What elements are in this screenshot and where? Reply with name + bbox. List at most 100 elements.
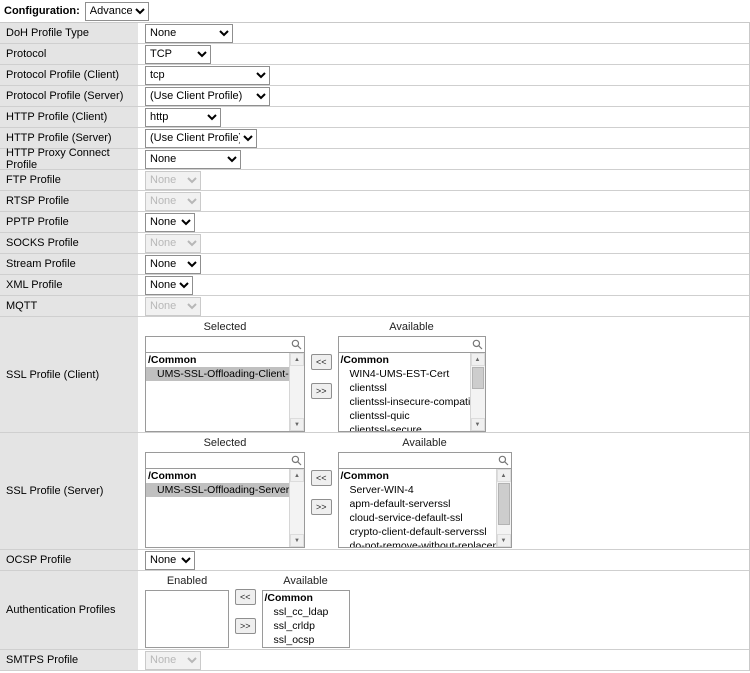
protocol-profile-client-select[interactable]: tcp — [145, 66, 270, 85]
scrollbar[interactable]: ▲ ▼ — [289, 469, 304, 547]
doh-profile-type-select[interactable]: None — [145, 24, 233, 43]
row-ssl-profile-client: SSL Profile (Client) Selected /Common UM… — [0, 317, 749, 433]
list-item[interactable]: clientssl-secure — [339, 423, 470, 431]
socks-profile-select: None — [145, 234, 201, 253]
scroll-up-icon[interactable]: ▲ — [471, 353, 485, 366]
list-item[interactable]: Server-WIN-4 — [339, 483, 496, 497]
row-doh-profile-type: DoH Profile Type None — [0, 23, 749, 44]
ssl-client-available-list[interactable]: /Common WIN4-UMS-EST-Certclientsslclient… — [338, 352, 486, 432]
row-rtsp-profile: RTSP Profile None — [0, 191, 749, 212]
list-group-label: /Common — [146, 470, 289, 483]
row-pptp-profile: PPTP Profile None — [0, 212, 749, 233]
ocsp-profile-label: OCSP Profile — [0, 550, 138, 570]
ocsp-profile-select[interactable]: None — [145, 551, 195, 570]
row-mqtt: MQTT None — [0, 296, 749, 317]
ftp-profile-label: FTP Profile — [0, 170, 138, 190]
protocol-profile-server-label: Protocol Profile (Server) — [0, 86, 138, 106]
smtps-profile-select: None — [145, 651, 201, 670]
configuration-select[interactable]: Advanced — [85, 2, 149, 21]
scroll-up-icon[interactable]: ▲ — [290, 353, 304, 366]
protocol-profile-client-label: Protocol Profile (Client) — [0, 65, 138, 85]
auth-enabled-list[interactable] — [145, 590, 229, 648]
row-authentication-profiles: Authentication Profiles Enabled << >> Av… — [0, 571, 749, 650]
scroll-down-icon[interactable]: ▼ — [497, 534, 511, 547]
list-item[interactable]: UMS-SSL-Offloading-Client-Profile — [146, 367, 289, 381]
list-item[interactable]: clientssl — [339, 381, 470, 395]
protocol-profile-server-select[interactable]: (Use Client Profile) — [145, 87, 270, 106]
ssl-server-selected-search-input[interactable] — [146, 454, 289, 468]
pptp-profile-select[interactable]: None — [145, 213, 195, 232]
available-header: Available — [338, 320, 486, 336]
ssl-server-available-search-input[interactable] — [339, 454, 496, 468]
list-item[interactable]: cloud-service-default-ssl — [339, 511, 496, 525]
scrollbar[interactable]: ▲ ▼ — [289, 353, 304, 431]
search-icon — [289, 339, 304, 350]
scrollbar[interactable]: ▲ ▼ — [470, 353, 485, 431]
scroll-down-icon[interactable]: ▼ — [471, 418, 485, 431]
list-item[interactable]: ssl_ocsp — [263, 633, 349, 647]
list-item[interactable]: UMS-SSL-Offloading-Server-Profile — [146, 483, 289, 497]
socks-profile-label: SOCKS Profile — [0, 233, 138, 253]
list-item[interactable]: crypto-client-default-serverssl — [339, 525, 496, 539]
rtsp-profile-label: RTSP Profile — [0, 191, 138, 211]
scrollbar-thumb[interactable] — [498, 483, 510, 525]
list-item[interactable]: ssl_crldp — [263, 619, 349, 633]
ssl-client-selected-search-input[interactable] — [146, 338, 289, 352]
move-left-button[interactable]: << — [311, 354, 332, 370]
row-ocsp-profile: OCSP Profile None — [0, 550, 749, 571]
ssl-profile-client-label: SSL Profile (Client) — [0, 317, 138, 432]
scroll-down-icon[interactable]: ▼ — [290, 534, 304, 547]
search-icon — [496, 455, 511, 466]
list-item[interactable]: ssl_cc_ldap — [263, 605, 349, 619]
ssl-client-selected-list[interactable]: /Common UMS-SSL-Offloading-Client-Profil… — [145, 352, 305, 432]
list-item[interactable]: clientssl-insecure-compatible — [339, 395, 470, 409]
move-right-button[interactable]: >> — [311, 383, 332, 399]
stream-profile-label: Stream Profile — [0, 254, 138, 274]
smtps-profile-label: SMTPS Profile — [0, 650, 138, 670]
row-socks-profile: SOCKS Profile None — [0, 233, 749, 254]
row-xml-profile: XML Profile None — [0, 275, 749, 296]
protocol-select[interactable]: TCP — [145, 45, 211, 64]
http-proxy-connect-profile-select[interactable]: None — [145, 150, 241, 169]
row-http-profile-client: HTTP Profile (Client) http — [0, 107, 749, 128]
selected-header: Selected — [145, 320, 305, 336]
scroll-up-icon[interactable]: ▲ — [497, 469, 511, 482]
list-item[interactable]: do-not-remove-without-replacement — [339, 539, 496, 547]
mqtt-select: None — [145, 297, 201, 316]
row-protocol: Protocol TCP — [0, 44, 749, 65]
list-item[interactable]: clientssl-quic — [339, 409, 470, 423]
configuration-label: Configuration: — [4, 5, 80, 17]
row-ssl-profile-server: SSL Profile (Server) Selected /Common UM… — [0, 433, 749, 550]
list-group-label: /Common — [146, 354, 289, 367]
move-left-button[interactable]: << — [311, 470, 332, 486]
available-header: Available — [338, 436, 512, 452]
authentication-profiles-label: Authentication Profiles — [0, 571, 138, 649]
row-protocol-profile-client: Protocol Profile (Client) tcp — [0, 65, 749, 86]
xml-profile-select[interactable]: None — [145, 276, 193, 295]
doh-profile-type-label: DoH Profile Type — [0, 23, 138, 43]
move-right-button[interactable]: >> — [311, 499, 332, 515]
move-left-button[interactable]: << — [235, 589, 256, 605]
row-http-proxy-connect-profile: HTTP Proxy Connect Profile None — [0, 149, 749, 170]
scroll-up-icon[interactable]: ▲ — [290, 469, 304, 482]
http-profile-server-select[interactable]: (Use Client Profile) — [145, 129, 257, 148]
scroll-down-icon[interactable]: ▼ — [290, 418, 304, 431]
http-profile-client-select[interactable]: http — [145, 108, 221, 127]
ssl-server-available-list[interactable]: /Common Server-WIN-4apm-default-serverss… — [338, 468, 512, 548]
list-item[interactable]: apm-default-serverssl — [339, 497, 496, 511]
ssl-client-available-search — [338, 336, 486, 353]
scrollbar[interactable]: ▲ ▼ — [496, 469, 511, 547]
scrollbar-thumb[interactable] — [472, 367, 484, 389]
row-protocol-profile-server: Protocol Profile (Server) (Use Client Pr… — [0, 86, 749, 107]
available-header: Available — [262, 574, 350, 590]
list-item[interactable]: WIN4-UMS-EST-Cert — [339, 367, 470, 381]
ssl-server-selected-list[interactable]: /Common UMS-SSL-Offloading-Server-Profil… — [145, 468, 305, 548]
xml-profile-label: XML Profile — [0, 275, 138, 295]
auth-available-list[interactable]: /Common ssl_cc_ldapssl_crldpssl_ocsp — [262, 590, 350, 648]
move-right-button[interactable]: >> — [235, 618, 256, 634]
ssl-server-selected-search — [145, 452, 305, 469]
ssl-profile-server-label: SSL Profile (Server) — [0, 433, 138, 549]
ssl-client-available-search-input[interactable] — [339, 338, 470, 352]
stream-profile-select[interactable]: None — [145, 255, 201, 274]
list-group-label: /Common — [339, 354, 470, 367]
